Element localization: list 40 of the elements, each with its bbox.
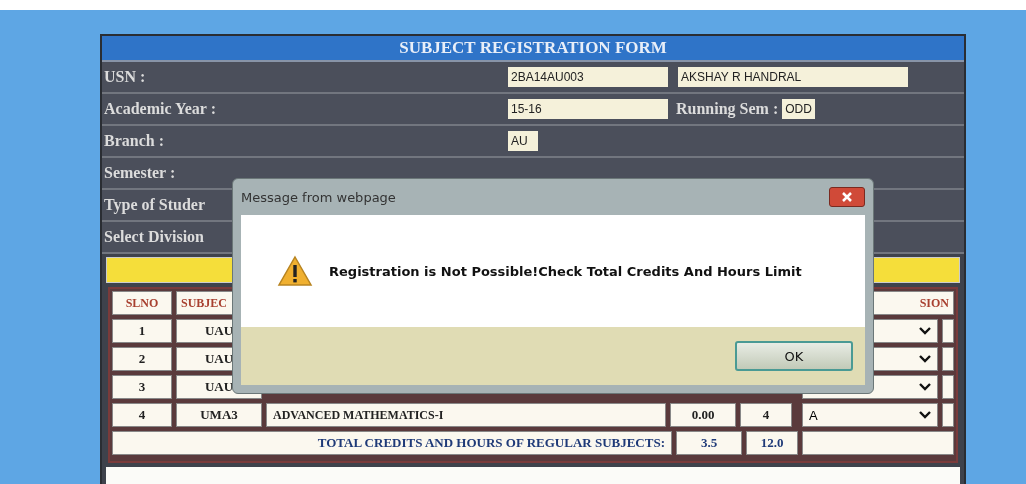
table-cell: 4 [740, 403, 792, 427]
input-field[interactable]: 15-16 [508, 99, 668, 119]
field-label: Semester : [104, 164, 176, 182]
field-label: Running Sem : [676, 100, 779, 118]
ok-button[interactable]: OK [735, 341, 853, 371]
field-label: Type of Studer [104, 196, 206, 214]
table-cell [942, 403, 954, 427]
table-cell: 3.5 [676, 431, 742, 455]
table-cell [942, 319, 954, 343]
table-cell [942, 375, 954, 399]
table-cell [942, 347, 954, 371]
table-cell: 4 [112, 403, 172, 427]
field-label: Academic Year : [104, 100, 216, 118]
dialog-message: Registration is Not Possible!Check Total Credits And Hours Limit [329, 263, 802, 279]
table-cell: 12.0 [746, 431, 798, 455]
field-label: Branch : [104, 132, 164, 150]
input-field[interactable]: ODD [782, 99, 815, 119]
warning-icon [277, 255, 313, 287]
input-field[interactable]: AKSHAY R HANDRAL [678, 67, 908, 87]
table-cell: ADVANCED MATHEMATICS-I [266, 403, 666, 427]
table-cell: 0.00 [670, 403, 736, 427]
chevron-down-icon [919, 383, 931, 391]
chevron-down-icon [919, 327, 931, 335]
chevron-down-icon [919, 411, 931, 419]
table-cell: 1 [112, 319, 172, 343]
form-title: SUBJECT REGISTRATION FORM [102, 36, 964, 62]
close-icon [841, 191, 853, 203]
division-dropdown[interactable]: A [802, 403, 938, 427]
table-cell: 2 [112, 347, 172, 371]
total-label: TOTAL CREDITS AND HOURS OF REGULAR SUBJECTS: [112, 431, 672, 455]
dialog-title: Message from webpage [241, 189, 396, 205]
input-field[interactable]: AU [508, 131, 538, 151]
input-field[interactable]: 2BA14AU003 [508, 67, 668, 87]
table-cell: 3 [112, 375, 172, 399]
close-button[interactable] [829, 187, 865, 207]
table-cell: UMA3 [176, 403, 262, 427]
column-header: SLNO [112, 291, 172, 315]
field-label: Select Division [104, 228, 204, 246]
chevron-down-icon [919, 355, 931, 363]
field-label: USN : [104, 68, 146, 86]
